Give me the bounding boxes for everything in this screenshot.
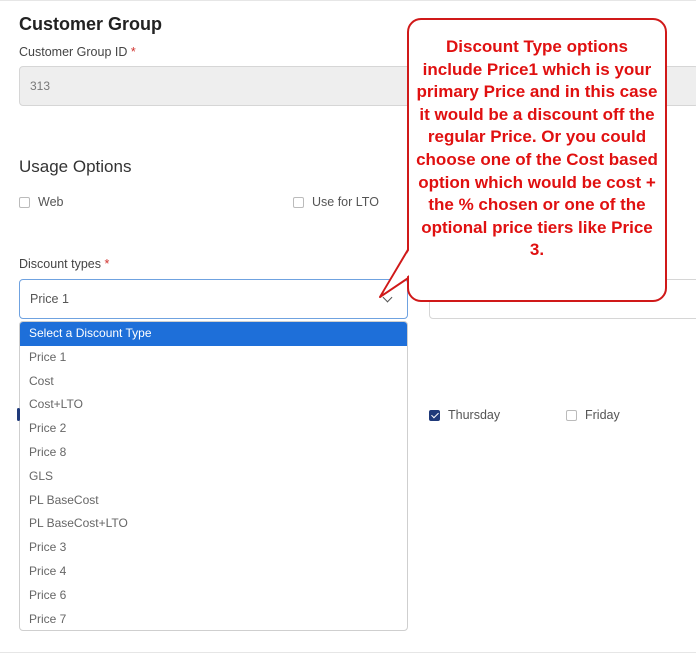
thursday-checkbox[interactable] bbox=[429, 409, 440, 421]
discount-type-option[interactable]: Cost bbox=[20, 370, 407, 394]
friday-label: Friday bbox=[585, 408, 620, 422]
discount-types-label-text: Discount types bbox=[19, 257, 101, 271]
discount-type-option[interactable]: PL BaseCost+LTO bbox=[20, 512, 407, 536]
discount-type-option[interactable]: Price 4 bbox=[20, 560, 407, 584]
discount-type-option[interactable]: Price 2 bbox=[20, 417, 407, 441]
web-checkbox-row[interactable]: Web bbox=[19, 195, 63, 209]
discount-type-select[interactable]: Price 1 bbox=[19, 279, 408, 319]
discount-type-option[interactable]: PL BaseCost bbox=[20, 489, 407, 513]
web-label: Web bbox=[38, 195, 64, 209]
discount-types-label: Discount types * bbox=[19, 257, 109, 271]
discount-type-option[interactable]: Price 7 bbox=[20, 608, 407, 630]
annotation-callout: Discount Type options include Price1 whi… bbox=[407, 18, 667, 302]
lto-checkbox-row[interactable]: Use for LTO bbox=[293, 195, 379, 209]
discount-type-dropdown[interactable]: Select a Discount Type Price 1 Cost Cost+LT… bbox=[19, 321, 408, 631]
web-checkbox[interactable] bbox=[19, 196, 30, 208]
required-mark: * bbox=[104, 257, 110, 271]
required-mark: * bbox=[130, 45, 136, 59]
section-title: Customer Group bbox=[19, 14, 163, 34]
top-border bbox=[0, 0, 696, 1]
usage-options-title: Usage Options bbox=[19, 157, 132, 176]
discount-type-option[interactable]: Price 8 bbox=[20, 441, 407, 465]
thursday-label: Thursday bbox=[448, 408, 501, 422]
chevron-down-icon[interactable] bbox=[382, 292, 393, 302]
customer-group-id-label-text: Customer Group ID bbox=[19, 45, 128, 59]
customer-group-id-label: Customer Group ID * bbox=[19, 45, 136, 59]
lto-label: Use for LTO bbox=[312, 195, 379, 209]
discount-type-option[interactable]: Price 1 bbox=[20, 346, 407, 370]
thursday-checkbox-row[interactable]: Thursday bbox=[429, 408, 500, 422]
friday-checkbox-row[interactable]: Friday bbox=[566, 408, 620, 422]
lto-checkbox[interactable] bbox=[293, 196, 304, 208]
discount-type-option[interactable]: GLS bbox=[20, 465, 407, 489]
discount-type-option[interactable]: Price 3 bbox=[20, 536, 407, 560]
discount-type-option[interactable]: Price 6 bbox=[20, 584, 407, 608]
discount-type-option[interactable]: Select a Discount Type bbox=[20, 322, 407, 346]
bottom-border bbox=[0, 652, 696, 653]
day-checkbox-partial[interactable] bbox=[17, 408, 20, 421]
friday-checkbox[interactable] bbox=[566, 409, 577, 421]
discount-type-selected-value: Price 1 bbox=[30, 292, 69, 306]
discount-type-option[interactable]: Cost+LTO bbox=[20, 393, 407, 417]
